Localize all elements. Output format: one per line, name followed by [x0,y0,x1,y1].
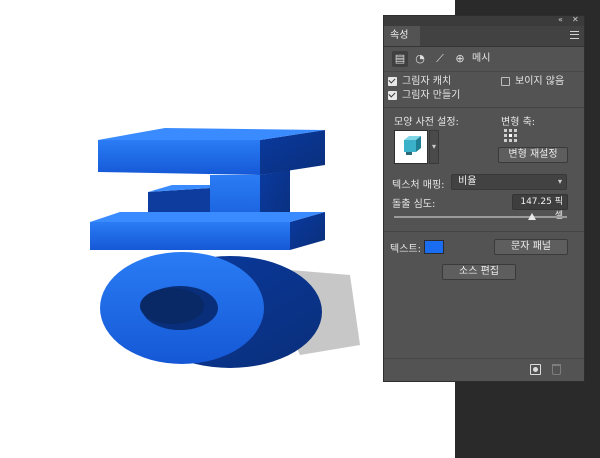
shape-preset-dropdown-icon[interactable]: ▾ [429,130,439,164]
close-panel-icon[interactable]: ✕ [572,15,579,24]
chevron-down-icon: ▾ [557,177,562,186]
mesh-icon[interactable]: ▤ [392,51,408,67]
cap-icon[interactable]: ⟋ [432,51,448,67]
reset-deform-button[interactable]: 변형 재설정 [498,147,568,163]
character-panel-button[interactable]: 문자 패널 [494,239,568,255]
tab-properties[interactable]: 속성 [384,26,420,46]
coordinates-icon[interactable]: ⊕ [452,51,468,67]
texture-mapping-select[interactable]: 비율 ▾ [451,174,567,190]
preset-shape-icon [404,136,421,155]
deform-axis-icon[interactable] [504,129,518,143]
text-color-swatch[interactable] [424,240,444,254]
panel-titlebar: « ✕ [384,15,584,26]
glyph-base-cap [90,212,325,222]
texture-mapping-label: 텍스처 매핑: [392,180,445,191]
mode-icon-row: ▤ ◔ ⟋ ⊕ 메시 [384,47,584,72]
deform-icon[interactable]: ◔ [412,51,428,67]
trash-icon[interactable] [552,364,561,375]
cast-shadow-checkbox[interactable] [388,91,397,100]
glyph-ring-hole [140,288,204,324]
deform-axis-label: 변형 축: [501,117,536,128]
panel-footer [384,358,584,381]
divider [384,231,584,232]
cast-shadow-label: 그림자 만들기 [402,90,461,101]
edit-source-button[interactable]: 소스 편집 [442,264,516,280]
text-label: 텍스트: [390,244,421,255]
3d-text-object[interactable] [60,100,380,440]
render-icon[interactable] [530,364,541,375]
extrusion-depth-input[interactable]: 147.25 픽셀 [512,194,568,221]
divider [384,107,584,108]
invisible-checkbox[interactable] [501,77,510,86]
shape-preset-thumbnail[interactable] [394,130,428,164]
cast-shadow-row: 그림자 만들기 [384,88,584,104]
extrusion-depth-slider[interactable] [394,216,567,218]
shadow-catch-checkbox[interactable] [388,77,397,86]
panel-menu-icon[interactable] [570,31,579,39]
glyph-base-face [90,222,290,250]
panel-tab-bar: 속성 [384,26,584,47]
properties-panel: « ✕ 속성 ▤ ◔ ⟋ ⊕ 메시 그림자 캐치 보이지 않음 그림자 만들기 … [383,15,585,382]
mesh-label: 메시 [472,53,491,64]
collapse-panel-icon[interactable]: « [558,15,563,24]
slider-handle[interactable] [528,213,537,220]
texture-mapping-value: 비율 [458,176,477,187]
extrusion-depth-label: 돌출 심도: [392,199,436,210]
shape-preset-label: 모양 사전 설정: [394,117,459,128]
glyph-top-face [98,140,260,175]
